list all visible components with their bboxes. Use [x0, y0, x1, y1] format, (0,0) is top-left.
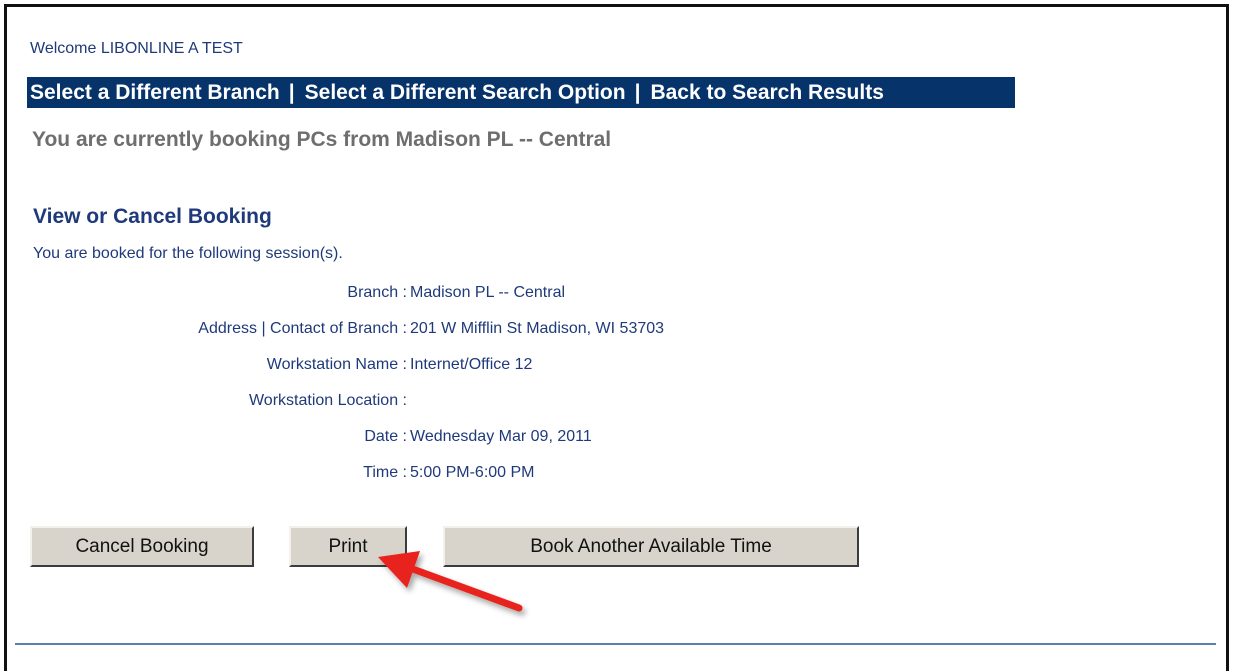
detail-label: Branch :	[347, 284, 407, 301]
detail-row-workstation-name: Workstation Name : Internet/Office 12	[7, 356, 907, 378]
detail-label: Date :	[364, 428, 407, 445]
detail-label: Workstation Name :	[266, 356, 407, 373]
nav-separator: |	[288, 81, 295, 104]
page-frame: Welcome LIBONLINE A TEST Select a Differ…	[4, 4, 1229, 671]
detail-value: 201 W Mifflin St Madison, WI 53703	[410, 320, 665, 337]
detail-value: Wednesday Mar 09, 2011	[410, 428, 592, 445]
nav-link-select-search-option[interactable]: Select a Different Search Option	[305, 81, 626, 104]
detail-row-address: Address | Contact of Branch : 201 W Miff…	[7, 320, 907, 342]
nav-bar: Select a Different Branch | Select a Diffe…	[27, 77, 1015, 108]
nav-link-select-branch[interactable]: Select a Different Branch	[30, 81, 280, 104]
detail-row-workstation-location: Workstation Location :	[7, 392, 907, 414]
section-intro: You are booked for the following session…	[33, 245, 343, 262]
section-title: View or Cancel Booking	[33, 205, 272, 228]
detail-row-date: Date : Wednesday Mar 09, 2011	[7, 428, 907, 450]
detail-row-time: Time : 5:00 PM-6:00 PM	[7, 464, 907, 486]
nav-separator: |	[634, 81, 641, 104]
detail-label: Time :	[363, 464, 407, 481]
book-another-time-button[interactable]: Book Another Available Time	[443, 526, 859, 567]
booking-branch-heading: You are currently booking PCs from Madis…	[32, 128, 612, 151]
detail-value: 5:00 PM-6:00 PM	[410, 464, 535, 481]
footer-divider	[15, 643, 1216, 645]
detail-row-branch: Branch : Madison PL -- Central	[7, 284, 907, 306]
detail-value: Madison PL -- Central	[410, 284, 566, 301]
nav-link-back-to-results[interactable]: Back to Search Results	[650, 81, 883, 104]
print-button[interactable]: Print	[289, 526, 407, 567]
detail-value: Internet/Office 12	[410, 356, 533, 373]
welcome-message: Welcome LIBONLINE A TEST	[30, 40, 243, 57]
cancel-booking-button[interactable]: Cancel Booking	[30, 526, 254, 567]
detail-label: Address | Contact of Branch :	[198, 320, 407, 337]
detail-label: Workstation Location :	[248, 392, 407, 409]
